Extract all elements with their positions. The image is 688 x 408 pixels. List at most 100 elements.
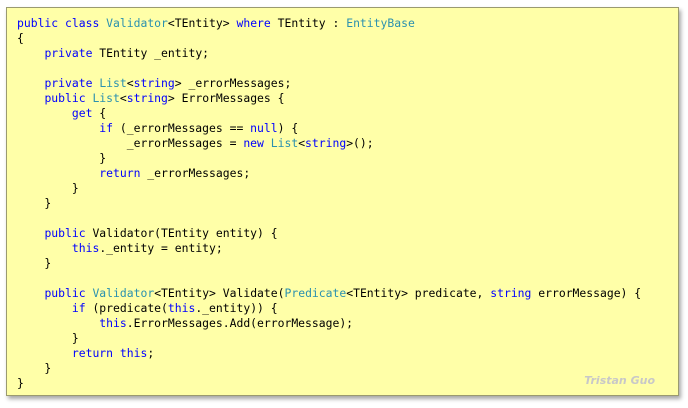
code-keyword: string (126, 91, 168, 105)
code-line: public List<string> ErrorMessages { (17, 91, 641, 106)
code-text: } (17, 376, 24, 390)
code-keyword: where (236, 16, 271, 30)
code-type-name: Predicate (284, 286, 347, 300)
code-text: } (17, 151, 107, 165)
code-text: { (92, 106, 107, 120)
code-type-name: Validator (92, 286, 155, 300)
screenshot-stage: public class Validator<TEntity> where TE… (0, 0, 688, 408)
code-line: _errorMessages = new List<string>(); (17, 136, 641, 151)
code-text: } (17, 196, 52, 210)
code-text: } (17, 256, 52, 270)
code-type-name: List (270, 136, 299, 150)
code-line: public Validator<TEntity> Validate(Predi… (17, 286, 641, 301)
code-text: (_errorMessages == (113, 121, 251, 135)
code-line: this._entity = entity; (17, 241, 641, 256)
code-keyword: this (71, 241, 100, 255)
code-keyword: return (71, 346, 114, 360)
code-keyword: if (99, 121, 114, 135)
code-line: } (17, 331, 641, 346)
code-keyword: public (44, 286, 86, 300)
code-text: _errorMessages = (17, 136, 244, 150)
code-text: < (126, 76, 134, 90)
code-keyword: new (243, 136, 264, 150)
code-snippet-panel: public class Validator<TEntity> where TE… (6, 7, 679, 396)
code-line: get { (17, 106, 641, 121)
code-keyword: this (167, 301, 196, 315)
code-keyword: public (44, 226, 86, 240)
code-keyword: return (99, 166, 141, 180)
code-line: } (17, 181, 641, 196)
code-keyword: this (99, 316, 127, 330)
code-text: TEntity : (270, 16, 347, 30)
code-text: <TEntity> predicate, (346, 286, 491, 300)
code-text: } (17, 331, 79, 345)
code-text: ) { (277, 121, 299, 135)
code-block: public class Validator<TEntity> where TE… (17, 16, 641, 391)
code-keyword: string (490, 286, 532, 300)
code-line: { (17, 31, 641, 46)
code-line: return this; (17, 346, 641, 361)
code-keyword: this (119, 346, 148, 360)
code-keyword: class (65, 16, 100, 30)
author-watermark: Tristan Guo (584, 374, 655, 387)
code-keyword: string (305, 136, 347, 150)
code-text: <TEntity> Validate( (154, 286, 285, 300)
code-line: public Validator(TEntity entity) { (17, 226, 641, 241)
code-text: _errorMessages; (140, 166, 251, 180)
code-text: (predicate( (85, 301, 168, 315)
code-line: public class Validator<TEntity> where TE… (17, 16, 641, 31)
code-keyword: if (71, 301, 86, 315)
code-line: private List<string> _errorMessages; (17, 76, 641, 91)
code-text: errorMessage) { (531, 286, 642, 300)
code-text: TEntity _entity; (92, 46, 210, 60)
code-line: this.ErrorMessages.Add(errorMessage); (17, 316, 641, 331)
code-text: < (119, 91, 127, 105)
code-text: .ErrorMessages.Add(errorMessage); (126, 316, 354, 330)
code-line: } (17, 196, 641, 211)
code-keyword: public (44, 91, 86, 105)
code-text: ; (147, 346, 155, 360)
code-text: { (17, 31, 24, 45)
code-type-name: EntityBase (346, 16, 415, 30)
code-line: } (17, 361, 641, 376)
code-text: > ErrorMessages { (167, 91, 285, 105)
code-text: > _errorMessages; (174, 76, 292, 90)
code-text: >(); (346, 136, 374, 150)
code-keyword: public (17, 16, 59, 30)
code-line: } (17, 151, 641, 166)
code-text: <TEntity> (167, 16, 237, 30)
code-type-name: Validator (106, 16, 168, 30)
code-line: return _errorMessages; (17, 166, 641, 181)
code-keyword: private (44, 76, 93, 90)
code-keyword: get (71, 106, 93, 120)
code-line: private TEntity _entity; (17, 46, 641, 61)
code-text: } (17, 361, 52, 375)
code-text: Validator(TEntity entity) { (85, 226, 278, 240)
code-line: } (17, 256, 641, 271)
code-text: } (17, 181, 79, 195)
code-keyword: string (133, 76, 175, 90)
code-text: ._entity)) { (195, 301, 278, 315)
code-text: ._entity = entity; (99, 241, 223, 255)
code-line: if (_errorMessages == null) { (17, 121, 641, 136)
code-keyword: private (44, 46, 93, 60)
code-line: if (predicate(this._entity)) { (17, 301, 641, 316)
code-keyword: null (250, 121, 278, 135)
